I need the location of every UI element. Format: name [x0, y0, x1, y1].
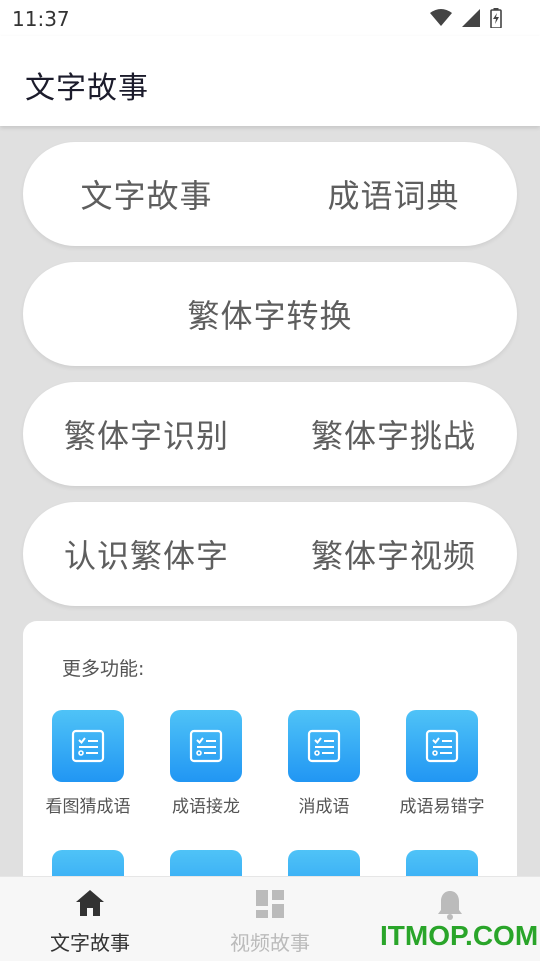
checklist-icon	[170, 850, 242, 876]
feature-item[interactable]	[265, 850, 383, 876]
feature-label: 看图猜成语	[45, 797, 131, 817]
nav-item-wenzi-gushi[interactable]: 文字故事	[0, 877, 180, 961]
more-features-card: 更多功能: 看图猜成语 成语接龙 消成语 成语易错字	[23, 621, 517, 876]
feature-label: 消成语	[298, 797, 350, 817]
feature-item[interactable]	[383, 850, 501, 876]
status-bar: 11:37	[0, 0, 540, 36]
fantizi-zhuanhuan-button[interactable]: 繁体字转换	[187, 291, 352, 337]
checklist-icon	[406, 850, 478, 876]
feature-item[interactable]	[147, 850, 265, 876]
checklist-icon	[52, 710, 124, 782]
nav-label: 文字故事	[50, 931, 130, 955]
status-icons	[430, 8, 502, 28]
page-title: 文字故事	[25, 71, 149, 106]
wifi-icon	[430, 9, 452, 26]
dashboard-icon	[256, 890, 284, 918]
checklist-icon	[52, 850, 124, 876]
row-4: 认识繁体字 繁体字视频	[23, 502, 517, 606]
checklist-icon	[288, 850, 360, 876]
checklist-icon	[170, 710, 242, 782]
watermark: ITMOP.COM	[380, 920, 539, 951]
checklist-icon	[406, 710, 478, 782]
fantizi-shipin-button[interactable]: 繁体字视频	[311, 531, 476, 577]
feature-item[interactable]	[29, 850, 147, 876]
battery-icon	[490, 8, 502, 28]
fantizi-tiaozhan-button[interactable]: 繁体字挑战	[311, 411, 476, 457]
row-1: 文字故事 成语词典	[23, 142, 517, 246]
feature-label: 成语易错字	[399, 797, 485, 817]
main-content: 文字故事 成语词典 繁体字转换 繁体字识别 繁体字挑战 认识繁体字 繁体字视频 …	[0, 126, 540, 876]
wenzi-gushi-button[interactable]: 文字故事	[80, 171, 212, 217]
row-2: 繁体字转换	[23, 262, 517, 366]
checklist-icon	[288, 710, 360, 782]
feature-item[interactable]: 看图猜成语	[29, 710, 147, 817]
more-features-title: 更多功能:	[62, 658, 145, 680]
chengyu-cidian-button[interactable]: 成语词典	[327, 171, 459, 217]
bell-icon	[438, 891, 462, 920]
nav-item-shipin-gushi[interactable]: 视频故事	[180, 877, 360, 961]
home-icon	[76, 890, 104, 916]
signal-icon	[462, 9, 480, 27]
feature-item[interactable]: 成语接龙	[147, 710, 265, 817]
nav-label: 视频故事	[230, 931, 310, 955]
status-time: 11:37	[12, 7, 70, 31]
row-3: 繁体字识别 繁体字挑战	[23, 382, 517, 486]
feature-item[interactable]: 成语易错字	[383, 710, 501, 817]
renshi-fantizi-button[interactable]: 认识繁体字	[64, 531, 229, 577]
app-bar: 文字故事	[0, 36, 540, 126]
feature-label: 成语接龙	[172, 797, 240, 817]
feature-item[interactable]: 消成语	[265, 710, 383, 817]
fantizi-shibie-button[interactable]: 繁体字识别	[64, 411, 229, 457]
